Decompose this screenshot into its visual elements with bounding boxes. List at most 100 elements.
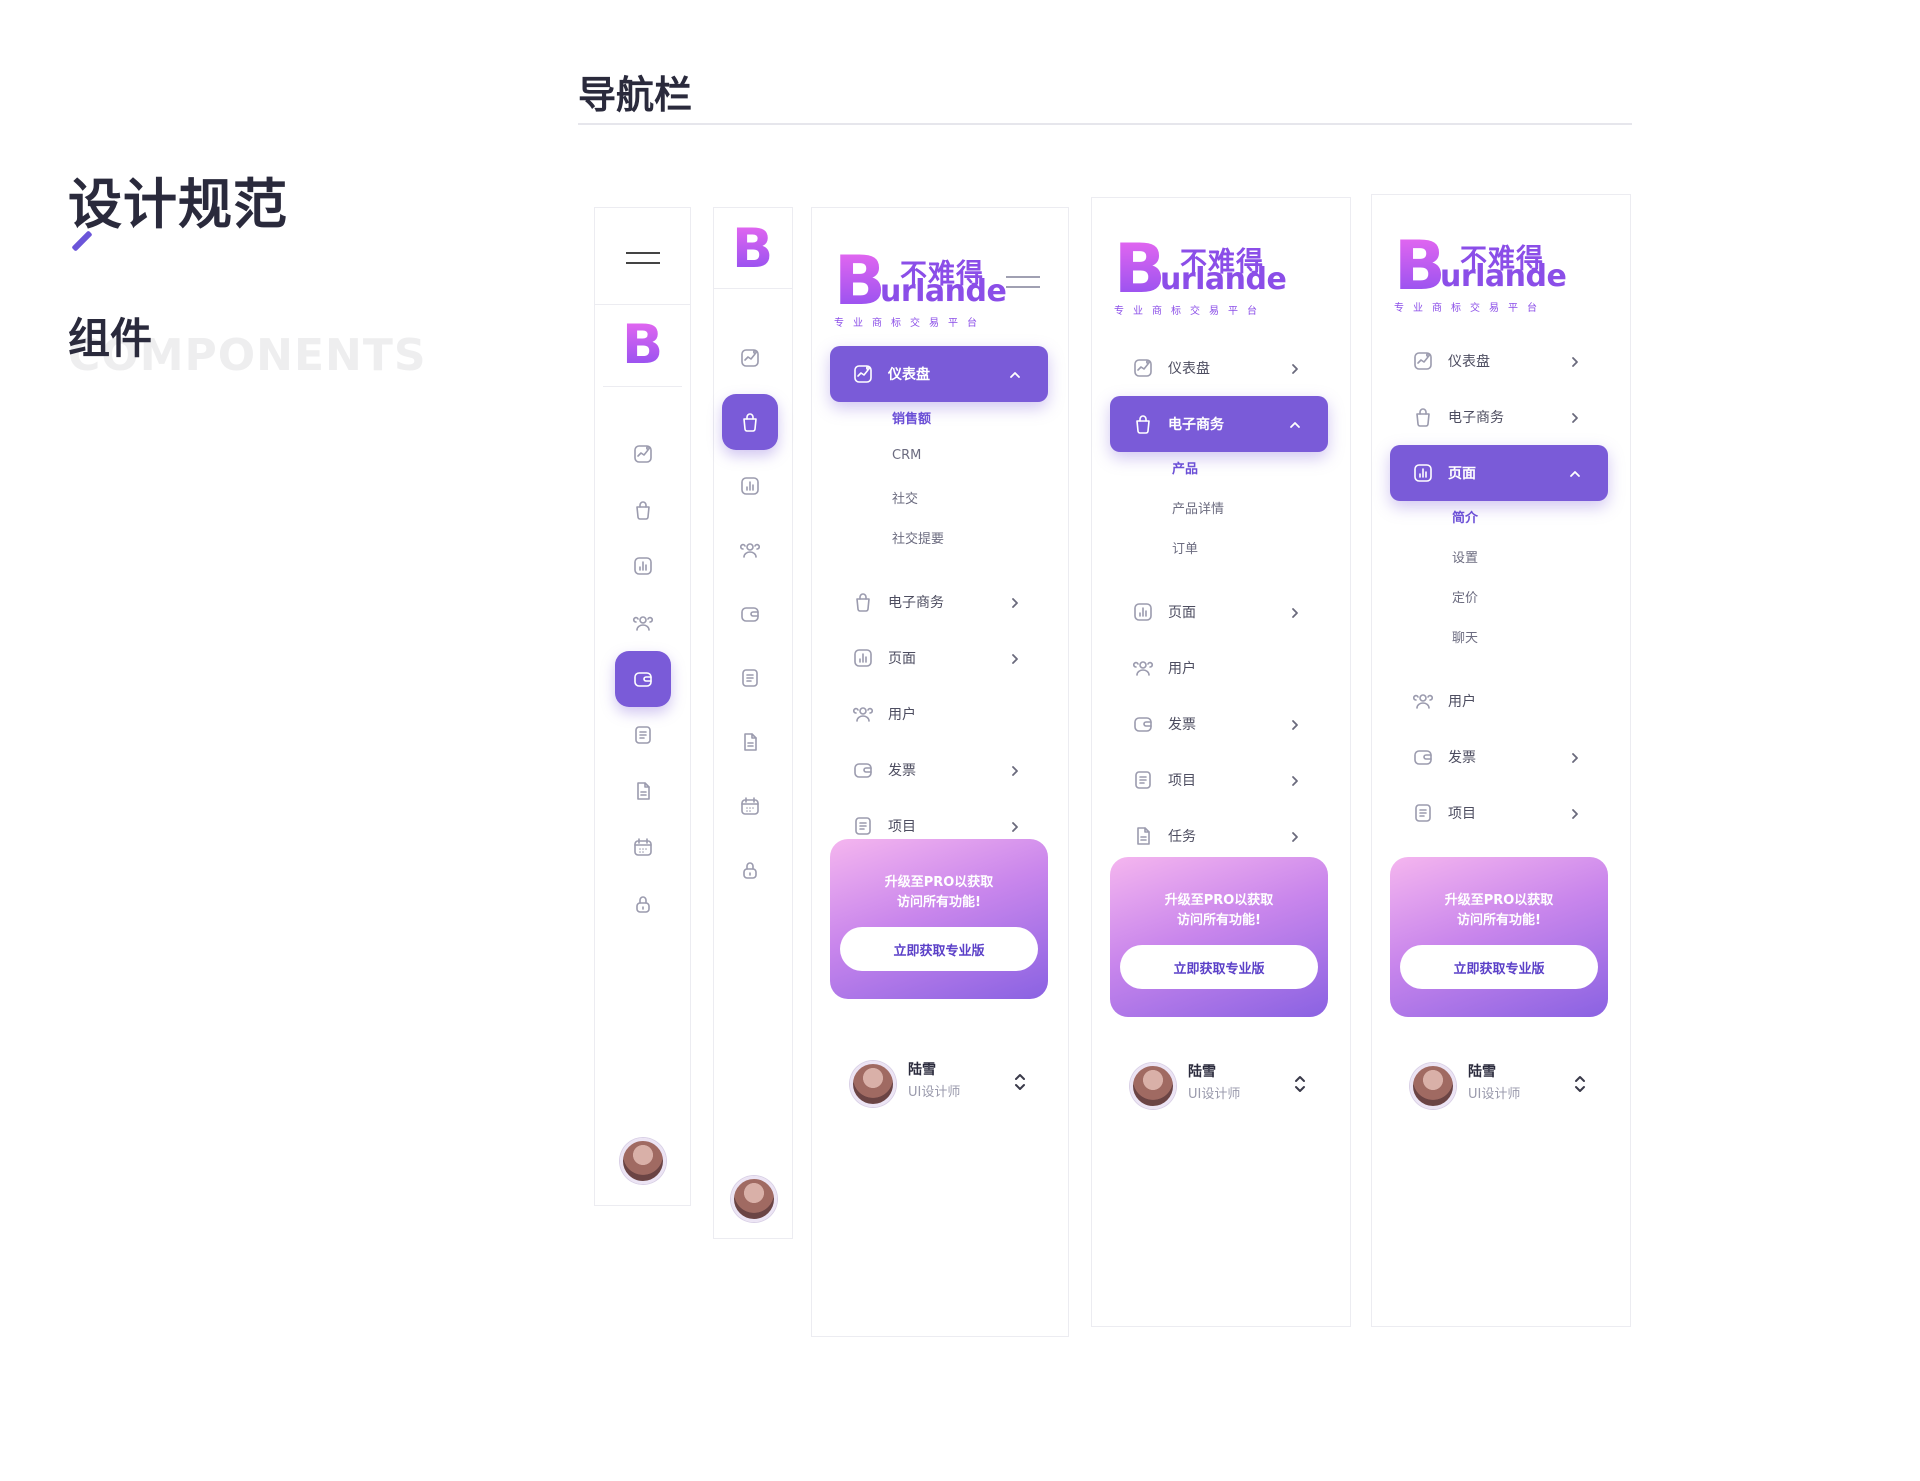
chart-icon[interactable] <box>615 538 671 594</box>
divider <box>578 123 1632 125</box>
submenu-item[interactable]: 社交 <box>892 488 918 507</box>
dashboard-icon[interactable] <box>615 426 671 482</box>
divider <box>603 386 682 387</box>
submenu-item[interactable]: 产品 <box>1172 458 1198 477</box>
menu-item-bag[interactable]: 电子商务 <box>1390 389 1608 445</box>
calendar-icon[interactable] <box>722 778 778 834</box>
list-icon <box>1132 769 1154 791</box>
menu-item-chart[interactable]: 页面 <box>1110 584 1328 640</box>
menu-item-bag[interactable]: 电子商务 <box>1110 396 1328 452</box>
chart-icon[interactable] <box>722 458 778 514</box>
bag-icon <box>852 591 874 613</box>
menu-item-label: 发票 <box>1448 750 1476 766</box>
submenu-item[interactable]: CRM <box>892 448 921 463</box>
hamburger-icon[interactable] <box>1006 276 1040 288</box>
menu-item-label: 项目 <box>888 819 916 835</box>
submenu-item[interactable]: 销售额 <box>892 408 931 427</box>
hamburger-icon[interactable] <box>626 252 660 264</box>
menu-item-users[interactable]: 用户 <box>1110 640 1328 696</box>
calendar-icon[interactable] <box>615 819 671 875</box>
bag-icon[interactable] <box>615 482 671 538</box>
avatar[interactable] <box>620 1138 666 1184</box>
avatar[interactable] <box>731 1176 777 1222</box>
chevron-right-icon <box>1568 806 1582 820</box>
menu-item-label: 页面 <box>1448 466 1476 482</box>
menu-item-users[interactable]: 用户 <box>1390 673 1608 729</box>
chevron-right-icon <box>1568 750 1582 764</box>
menu-item-chart[interactable]: 页面 <box>830 630 1048 686</box>
doc-icon[interactable] <box>722 714 778 770</box>
list-icon <box>1412 802 1434 824</box>
menu-item-label: 用户 <box>1448 694 1476 710</box>
menu-item-label: 项目 <box>1168 773 1196 789</box>
chevron-right-icon <box>1288 829 1302 843</box>
upgrade-text: 升级至PRO以获取 访问所有功能! <box>830 873 1048 913</box>
user-role: UI设计师 <box>1188 1087 1241 1102</box>
list-icon[interactable] <box>615 707 671 763</box>
users-icon <box>1132 657 1154 679</box>
menu-item-dashboard[interactable]: 仪表盘 <box>1390 333 1608 389</box>
menu-item-label: 仪表盘 <box>888 367 930 383</box>
upgrade-text-line1: 升级至PRO以获取 <box>1164 893 1274 908</box>
submenu-item[interactable]: 简介 <box>1452 507 1478 526</box>
expand-updown-icon[interactable] <box>1572 1073 1588 1095</box>
menu-item-label: 任务 <box>1168 829 1196 845</box>
user-name: 陆雪 <box>908 1062 936 1078</box>
wallet-icon[interactable] <box>722 586 778 642</box>
avatar[interactable] <box>1410 1063 1456 1109</box>
list-icon <box>852 815 874 837</box>
menu-item-wallet[interactable]: 发票 <box>1390 729 1608 785</box>
wallet-icon[interactable] <box>615 650 671 707</box>
brand-logo-letter: B <box>834 242 886 321</box>
expand-updown-icon[interactable] <box>1292 1073 1308 1095</box>
user-name: 陆雪 <box>1188 1064 1216 1080</box>
users-icon[interactable] <box>615 595 671 651</box>
menu-item-list[interactable]: 项目 <box>1110 752 1328 808</box>
upgrade-text: 升级至PRO以获取 访问所有功能! <box>1390 891 1608 931</box>
upgrade-text: 升级至PRO以获取 访问所有功能! <box>1110 891 1328 931</box>
doc-icon[interactable] <box>615 763 671 819</box>
dashboard-icon[interactable] <box>722 330 778 386</box>
brand-logo: B <box>622 313 664 376</box>
submenu-item[interactable]: 订单 <box>1172 538 1198 557</box>
expand-updown-icon[interactable] <box>1012 1071 1028 1093</box>
menu-item-users[interactable]: 用户 <box>830 686 1048 742</box>
components-cn-title: 组件 <box>68 314 153 363</box>
avatar[interactable] <box>1130 1063 1176 1109</box>
upgrade-text-line1: 升级至PRO以获取 <box>1444 893 1554 908</box>
submenu-item[interactable]: 定价 <box>1452 587 1478 606</box>
lock-icon[interactable] <box>722 842 778 898</box>
menu-item-wallet[interactable]: 发票 <box>830 742 1048 798</box>
menu-item-chart[interactable]: 页面 <box>1390 445 1608 501</box>
menu-item-label: 用户 <box>888 707 916 723</box>
menu-item-dashboard[interactable]: 仪表盘 <box>1110 340 1328 396</box>
users-icon[interactable] <box>722 522 778 578</box>
avatar[interactable] <box>850 1061 896 1107</box>
list-icon[interactable] <box>722 650 778 706</box>
brand-logo: B 不难得 urlande 专业商标交易平台 <box>1114 236 1287 318</box>
bag-icon[interactable] <box>722 394 778 450</box>
submenu-item[interactable]: 产品详情 <box>1172 498 1224 517</box>
submenu-item[interactable]: 设置 <box>1452 547 1478 566</box>
menu-item-dashboard[interactable]: 仪表盘 <box>830 346 1048 402</box>
brand-logo-sub: 专业商标交易平台 <box>1394 303 1546 314</box>
brand-logo-en: urlande <box>1160 262 1287 297</box>
divider <box>595 304 690 305</box>
get-pro-button[interactable]: 立即获取专业版 <box>1400 945 1598 989</box>
lock-icon[interactable] <box>615 876 671 932</box>
wallet-icon <box>1412 746 1434 768</box>
get-pro-button[interactable]: 立即获取专业版 <box>1120 945 1318 989</box>
get-pro-button[interactable]: 立即获取专业版 <box>840 927 1038 971</box>
sidebar-expanded-2: B 不难得 urlande 专业商标交易平台仪表盘电子商务产品产品详情订单页面 用户 发票… <box>1091 197 1351 1327</box>
submenu-item[interactable]: 聊天 <box>1452 627 1478 646</box>
menu-item-wallet[interactable]: 发票 <box>1110 696 1328 752</box>
submenu-item[interactable]: 社交提要 <box>892 528 944 547</box>
menu-item-label: 电子商务 <box>1168 417 1224 433</box>
menu-item-bag[interactable]: 电子商务 <box>830 574 1048 630</box>
menu-item-list[interactable]: 项目 <box>1390 785 1608 841</box>
bag-icon <box>1412 406 1434 428</box>
brand-logo: B 不难得 urlande 专业商标交易平台 <box>834 242 1007 330</box>
menu-item-doc[interactable]: 任务 <box>1110 808 1328 864</box>
